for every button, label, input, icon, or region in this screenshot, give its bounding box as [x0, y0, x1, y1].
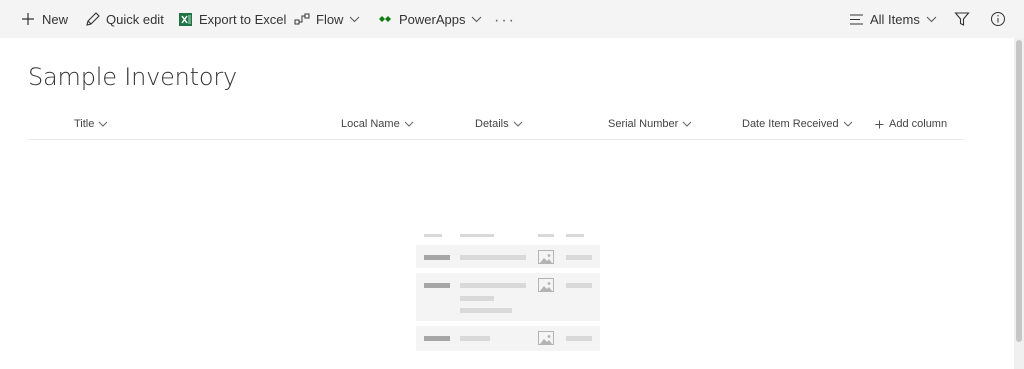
page-title: Sample Inventory — [28, 63, 238, 91]
filter-button[interactable] — [954, 0, 976, 38]
view-list-icon — [848, 11, 864, 27]
add-column-label: Add column — [889, 118, 948, 130]
placeholder-bar — [566, 234, 584, 237]
column-header-local-name[interactable]: Local Name — [341, 118, 414, 130]
placeholder-bar — [460, 283, 526, 288]
new-label: New — [42, 11, 69, 27]
column-header-label: Date Item Received — [742, 118, 839, 130]
info-icon — [990, 11, 1006, 27]
plus-icon — [20, 11, 36, 27]
scrollbar-thumb[interactable] — [1016, 40, 1022, 342]
chevron-down-icon — [349, 16, 360, 23]
flow-label: Flow — [316, 11, 344, 27]
powerapps-menu-button[interactable]: PowerApps — [377, 0, 482, 38]
placeholder-bar — [424, 234, 442, 237]
placeholder-bar — [460, 255, 526, 260]
vertical-scrollbar[interactable] — [1014, 38, 1024, 369]
image-placeholder-icon — [538, 250, 554, 264]
powerapps-label: PowerApps — [399, 11, 466, 27]
chevron-down-icon — [471, 16, 482, 23]
image-placeholder-icon — [538, 331, 554, 345]
view-selector-button[interactable]: All Items — [848, 0, 937, 38]
quick-edit-label: Quick edit — [106, 11, 164, 27]
chevron-down-icon — [843, 121, 852, 127]
placeholder-bar — [566, 255, 592, 260]
info-button[interactable] — [990, 0, 1012, 38]
plus-icon — [875, 120, 884, 128]
filter-icon — [954, 11, 970, 27]
pencil-icon — [84, 11, 100, 27]
column-header-label: Details — [475, 118, 509, 130]
placeholder-bar — [538, 234, 554, 237]
placeholder-bar — [460, 336, 490, 341]
placeholder-bar — [566, 336, 592, 341]
powerapps-icon — [377, 11, 393, 27]
flow-icon — [294, 11, 310, 27]
more-options-button[interactable]: ··· — [494, 12, 516, 30]
header-divider — [28, 139, 964, 140]
chevron-down-icon — [513, 121, 522, 127]
column-header-serial-number[interactable]: Serial Number — [608, 118, 692, 130]
placeholder-bar — [424, 336, 450, 341]
placeholder-bar — [424, 283, 450, 288]
view-label: All Items — [870, 11, 920, 27]
column-header-label: Title — [74, 118, 95, 130]
column-header-label: Serial Number — [608, 118, 679, 130]
placeholder-bar — [566, 283, 592, 288]
placeholder-bar — [460, 308, 512, 313]
excel-icon — [177, 11, 193, 27]
new-button[interactable]: New — [20, 0, 68, 38]
placeholder-bar — [460, 234, 494, 237]
quick-edit-button[interactable]: Quick edit — [84, 0, 164, 38]
column-header-details[interactable]: Details — [475, 118, 523, 130]
chevron-down-icon — [99, 121, 108, 127]
column-header-date-item-received[interactable]: Date Item Received — [742, 118, 853, 130]
flow-menu-button[interactable]: Flow — [294, 0, 360, 38]
export-to-excel-button[interactable]: Export to Excel — [177, 0, 286, 38]
column-header-label: Local Name — [341, 118, 400, 130]
image-placeholder-icon — [538, 278, 554, 292]
add-column-button[interactable]: Add column — [875, 118, 947, 130]
placeholder-row — [416, 273, 600, 321]
chevron-down-icon — [682, 121, 692, 127]
export-label: Export to Excel — [199, 11, 287, 27]
command-bar: New Quick edit Export to Excel Flow Powe… — [0, 0, 1024, 38]
column-header-title[interactable]: Title — [74, 118, 108, 130]
placeholder-bar — [424, 255, 450, 260]
chevron-down-icon — [404, 121, 414, 127]
placeholder-bar — [460, 296, 494, 301]
chevron-down-icon — [926, 16, 937, 23]
